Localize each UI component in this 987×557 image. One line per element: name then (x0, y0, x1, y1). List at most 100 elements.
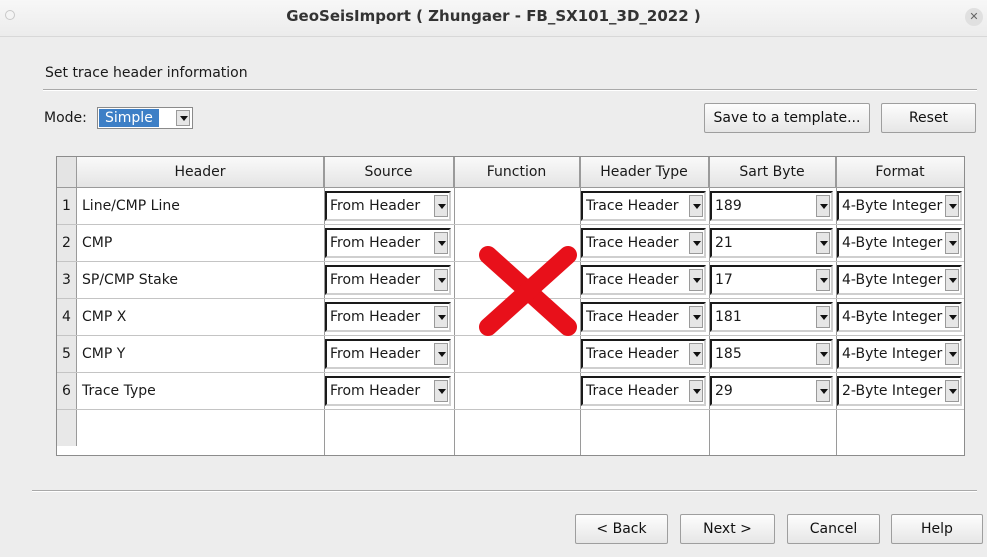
red-x-mark-icon (479, 246, 577, 336)
source-select[interactable]: From Header (325, 265, 451, 295)
format-select[interactable]: 2-Byte Integer (837, 376, 962, 406)
divider (43, 89, 977, 91)
format-value: 4-Byte Integer (842, 272, 943, 288)
source-select[interactable]: From Header (325, 376, 451, 406)
chevron-down-icon[interactable] (434, 306, 448, 328)
chevron-down-icon[interactable] (945, 232, 959, 254)
cell-header[interactable]: CMP Y (82, 336, 125, 372)
header-type-value: Trace Header (586, 383, 679, 399)
save-template-button[interactable]: Save to a template... (704, 103, 870, 133)
chevron-down-icon[interactable] (434, 269, 448, 291)
close-icon[interactable]: ✕ (965, 8, 983, 26)
table-row[interactable]: 1 Line/CMP Line From Header Trace Header… (57, 188, 964, 224)
cell-header[interactable]: Line/CMP Line (82, 188, 180, 224)
chevron-down-icon[interactable] (945, 269, 959, 291)
source-value: From Header (330, 235, 421, 251)
chevron-down-icon[interactable] (945, 195, 959, 217)
chevron-down-icon[interactable] (689, 306, 703, 328)
title-bar: GeoSeisImport ( Zhungaer - FB_SX101_3D_2… (0, 0, 987, 37)
format-select[interactable]: 4-Byte Integer (837, 191, 962, 221)
chevron-down-icon[interactable] (689, 195, 703, 217)
footer-divider (32, 490, 977, 492)
row-number-empty (57, 410, 77, 446)
help-button[interactable]: Help (891, 514, 983, 544)
start-byte-select[interactable]: 185 (710, 339, 833, 369)
row-number: 5 (57, 336, 77, 372)
cancel-button[interactable]: Cancel (787, 514, 880, 544)
start-byte-value: 185 (715, 346, 742, 362)
header-type-select[interactable]: Trace Header (581, 265, 706, 295)
start-byte-value: 29 (715, 383, 733, 399)
table-row[interactable]: 6 Trace Type From Header Trace Header 29… (57, 373, 964, 409)
format-select[interactable]: 4-Byte Integer (837, 302, 962, 332)
chevron-down-icon[interactable] (689, 380, 703, 402)
source-value: From Header (330, 346, 421, 362)
chevron-down-icon[interactable] (689, 269, 703, 291)
format-value: 4-Byte Integer (842, 309, 943, 325)
column-header-start-byte[interactable]: Sart Byte (709, 157, 836, 188)
header-type-select[interactable]: Trace Header (581, 339, 706, 369)
source-select[interactable]: From Header (325, 302, 451, 332)
chevron-down-icon[interactable] (434, 380, 448, 402)
table-row[interactable]: 5 CMP Y From Header Trace Header 185 4-B… (57, 336, 964, 372)
cell-header[interactable]: CMP (82, 225, 112, 261)
start-byte-select[interactable]: 17 (710, 265, 833, 295)
next-button[interactable]: Next > (680, 514, 775, 544)
row-number: 1 (57, 188, 77, 224)
chevron-down-icon[interactable] (816, 195, 830, 217)
format-value: 4-Byte Integer (842, 198, 943, 214)
header-type-value: Trace Header (586, 309, 679, 325)
source-select[interactable]: From Header (325, 339, 451, 369)
start-byte-select[interactable]: 189 (710, 191, 833, 221)
table-corner (57, 157, 77, 188)
source-value: From Header (330, 198, 421, 214)
row-number: 6 (57, 373, 77, 409)
chevron-down-icon[interactable] (689, 232, 703, 254)
start-byte-value: 189 (715, 198, 742, 214)
back-button[interactable]: < Back (575, 514, 668, 544)
source-select[interactable]: From Header (325, 191, 451, 221)
header-type-select[interactable]: Trace Header (581, 376, 706, 406)
mode-select[interactable]: Simple (97, 107, 193, 129)
start-byte-select[interactable]: 29 (710, 376, 833, 406)
chevron-down-icon[interactable] (816, 306, 830, 328)
cell-header[interactable]: SP/CMP Stake (82, 262, 178, 298)
chevron-down-icon[interactable] (816, 232, 830, 254)
cell-header[interactable]: Trace Type (82, 373, 156, 409)
column-header-function[interactable]: Function (454, 157, 580, 188)
format-select[interactable]: 4-Byte Integer (837, 228, 962, 258)
source-select[interactable]: From Header (325, 228, 451, 258)
chevron-down-icon[interactable] (689, 343, 703, 365)
cell-header[interactable]: CMP X (82, 299, 126, 335)
header-type-select[interactable]: Trace Header (581, 191, 706, 221)
chevron-down-icon[interactable] (176, 110, 190, 126)
column-header-source[interactable]: Source (324, 157, 454, 188)
chevron-down-icon[interactable] (434, 232, 448, 254)
format-select[interactable]: 4-Byte Integer (837, 265, 962, 295)
chevron-down-icon[interactable] (816, 380, 830, 402)
header-type-select[interactable]: Trace Header (581, 302, 706, 332)
chevron-down-icon[interactable] (945, 343, 959, 365)
source-value: From Header (330, 309, 421, 325)
row-number: 2 (57, 225, 77, 261)
chevron-down-icon[interactable] (816, 343, 830, 365)
chevron-down-icon[interactable] (434, 195, 448, 217)
chevron-down-icon[interactable] (434, 343, 448, 365)
chevron-down-icon[interactable] (816, 269, 830, 291)
start-byte-select[interactable]: 21 (710, 228, 833, 258)
header-type-value: Trace Header (586, 272, 679, 288)
start-byte-select[interactable]: 181 (710, 302, 833, 332)
row-divider (57, 409, 964, 410)
chevron-down-icon[interactable] (945, 380, 959, 402)
header-type-value: Trace Header (586, 198, 679, 214)
header-type-select[interactable]: Trace Header (581, 228, 706, 258)
column-header-format[interactable]: Format (836, 157, 964, 188)
column-header-header[interactable]: Header (77, 157, 324, 188)
source-value: From Header (330, 383, 421, 399)
format-select[interactable]: 4-Byte Integer (837, 339, 962, 369)
format-value: 4-Byte Integer (842, 235, 943, 251)
chevron-down-icon[interactable] (945, 306, 959, 328)
column-header-header-type[interactable]: Header Type (580, 157, 709, 188)
reset-button[interactable]: Reset (881, 103, 976, 133)
row-number: 4 (57, 299, 77, 335)
